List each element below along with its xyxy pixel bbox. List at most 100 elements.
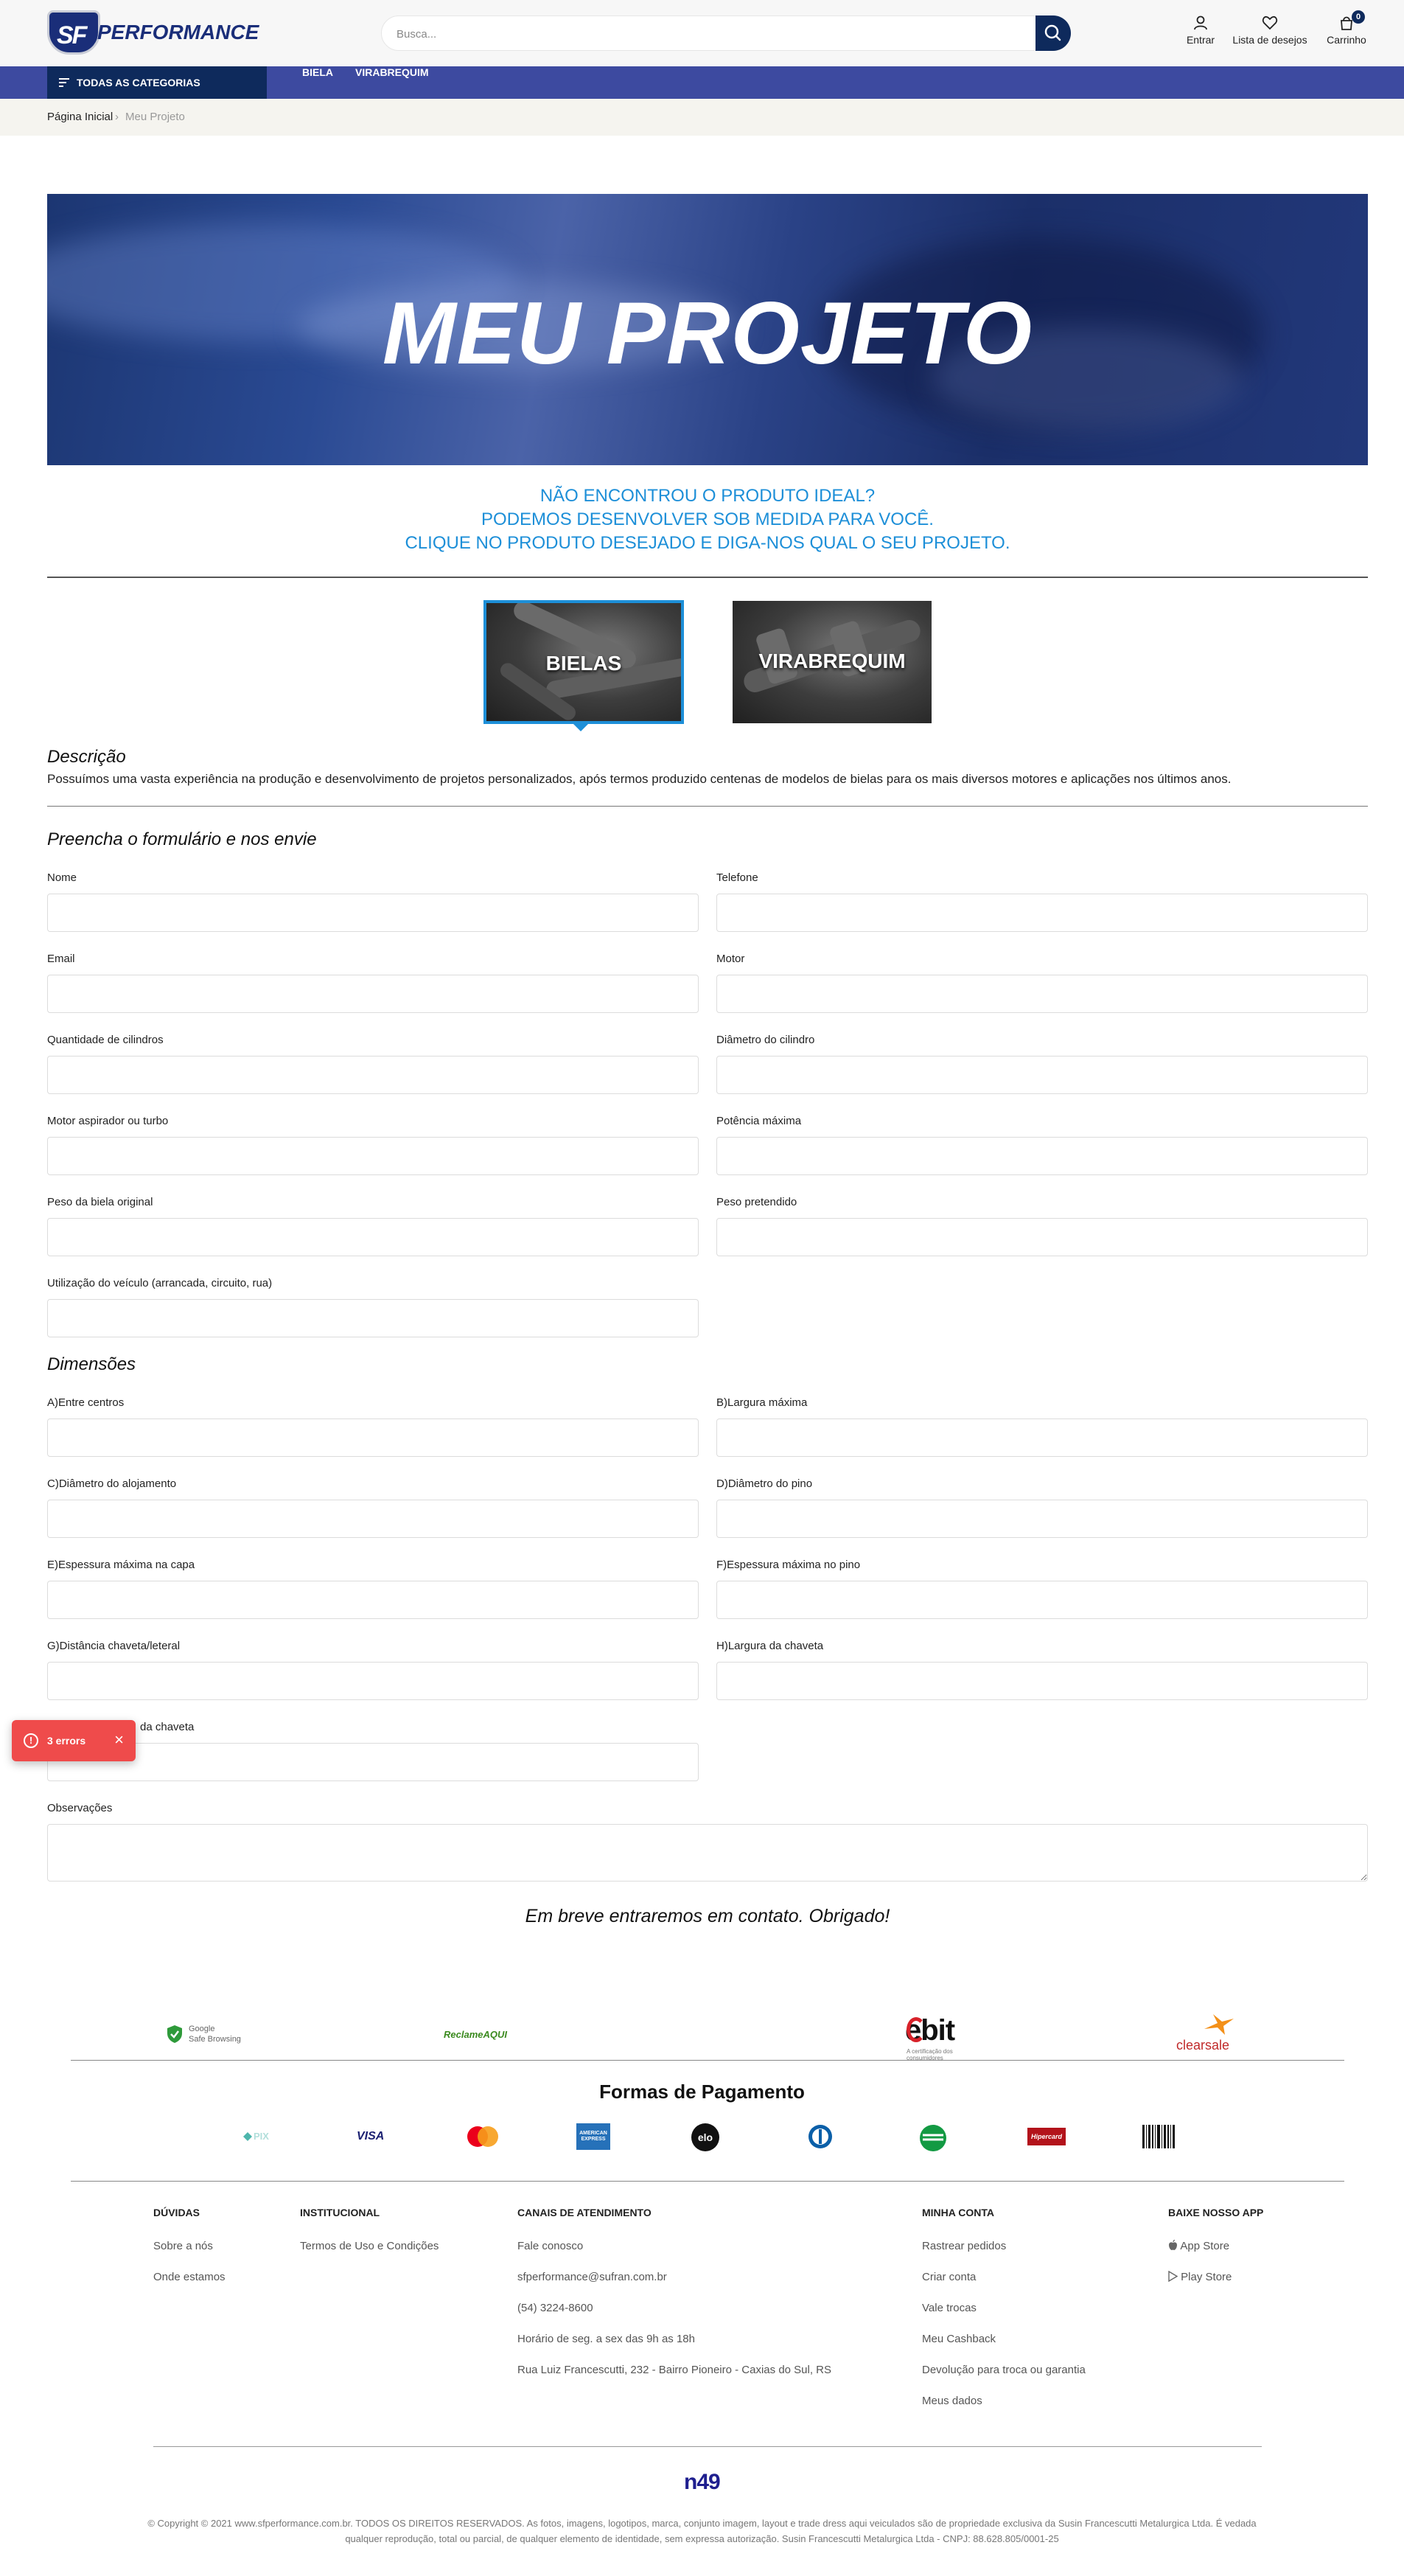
product-card-label: VIRABREQUIM	[758, 650, 906, 672]
motor-input[interactable]	[716, 975, 1368, 1013]
espessura-pino-input[interactable]	[716, 1581, 1368, 1619]
footer-link-rastrear[interactable]: Rastrear pedidos	[922, 2240, 1006, 2252]
footer-minha-conta-title: MINHA CONTA	[922, 2207, 994, 2218]
entre-centros-label: A)Entre centros	[47, 1396, 125, 1409]
site-header: SF PERFORMANCE Entrar Lista de desejos C…	[0, 0, 1404, 66]
telefone-input[interactable]	[716, 894, 1368, 932]
observacoes-label: Observações	[47, 1802, 113, 1814]
account-link[interactable]: Entrar	[1182, 15, 1219, 46]
ebit-seal[interactable]: ebit A certificação dos consumidores	[905, 2013, 979, 2061]
shield-icon	[167, 2025, 182, 2043]
dimensions-title: Dimensões	[47, 1354, 136, 1374]
aspirador-label: Motor aspirador ou turbo	[47, 1115, 169, 1127]
amex-icon: AMERICAN EXPRESS	[575, 2123, 612, 2150]
largura-maxima-input[interactable]	[716, 1418, 1368, 1457]
play-store-link[interactable]: Play Store	[1168, 2270, 1232, 2283]
all-categories-button[interactable]: TODAS AS CATEGORIAS	[47, 66, 267, 99]
diametro-alojamento-input[interactable]	[47, 1500, 699, 1538]
reclame-aqui-seal[interactable]: ReclameAQUI	[444, 2013, 510, 2057]
espessura-capa-input[interactable]	[47, 1581, 699, 1619]
utilizacao-input[interactable]	[47, 1299, 699, 1337]
error-toast: ! 3 errors ×	[12, 1720, 136, 1761]
play-store-icon	[1168, 2270, 1178, 2283]
espessura-pino-label: F)Espessura máxima no pino	[716, 1559, 861, 1571]
seals-divider	[71, 2060, 1344, 2061]
peso-pretendido-input[interactable]	[716, 1218, 1368, 1256]
sorocred-icon	[917, 2123, 949, 2151]
distancia-chaveta-label: G)Distância chaveta/leteral	[47, 1640, 181, 1652]
cart-link[interactable]: Carrinho 0	[1324, 10, 1369, 46]
nav-link-biela[interactable]: BIELA	[302, 66, 333, 99]
diametro-pino-label: D)Diâmetro do pino	[716, 1477, 813, 1490]
n49-agency-logo[interactable]: n49	[684, 2470, 721, 2495]
largura-chaveta-label: H)Largura da chaveta	[716, 1640, 824, 1652]
footer-link-cashback[interactable]: Meu Cashback	[922, 2333, 996, 2345]
close-icon[interactable]: ×	[114, 1732, 124, 1748]
logo-badge: SF	[47, 10, 100, 55]
chaveta-input[interactable]	[47, 1743, 699, 1781]
intro-line-1: NÃO ENCONTROU O PRODUTO IDEAL?	[539, 486, 876, 506]
entre-centros-input[interactable]	[47, 1418, 699, 1457]
product-card-virabrequim[interactable]: VIRABREQUIM	[733, 601, 932, 723]
intro-text: NÃO ENCONTROU O PRODUTO IDEAL? PODEMOS D…	[47, 484, 1368, 555]
breadcrumb-current: Meu Projeto	[125, 111, 185, 123]
peso-original-input[interactable]	[47, 1218, 699, 1256]
banner-title: MEU PROJETO	[382, 284, 1033, 383]
largura-chaveta-input[interactable]	[716, 1662, 1368, 1700]
footer-link-onde-estamos[interactable]: Onde estamos	[153, 2271, 226, 2283]
potencia-label: Potência máxima	[716, 1115, 802, 1127]
hipercard-icon: Hipercard	[1027, 2123, 1066, 2150]
nome-input[interactable]	[47, 894, 699, 932]
footer-address: Rua Luiz Francescutti, 232 - Bairro Pion…	[517, 2364, 832, 2376]
search-button[interactable]	[1035, 15, 1071, 51]
telefone-label: Telefone	[716, 871, 758, 884]
breadcrumb-separator-icon: ›	[115, 111, 119, 123]
footer-link-devolucao[interactable]: Devolução para troca ou garantia	[922, 2364, 1086, 2376]
clearsale-bird-icon	[1204, 2014, 1234, 2035]
main-navigation: TODAS AS CATEGORIAS BIELA VIRABREQUIM	[0, 66, 1404, 99]
intro-line-3: CLIQUE NO PRODUTO DESEJADO E DIGA-NOS QU…	[405, 533, 1010, 553]
sf-performance-logo[interactable]: SF PERFORMANCE	[47, 7, 259, 58]
breadcrumb-home[interactable]: Página Inicial	[47, 111, 113, 123]
payments-title: Formas de Pagamento	[599, 2081, 805, 2103]
footer-link-vale-trocas[interactable]: Vale trocas	[922, 2302, 977, 2314]
error-toast-text: 3 errors	[47, 1735, 86, 1747]
diametro-cilindro-input[interactable]	[716, 1056, 1368, 1094]
copyright-text: © Copyright © 2021 www.sfperformance.com…	[147, 2518, 1257, 2544]
footer-link-sobre[interactable]: Sobre a nós	[153, 2240, 213, 2252]
footer-app-title: BAIXE NOSSO APP	[1168, 2207, 1264, 2218]
aspirador-input[interactable]	[47, 1137, 699, 1175]
diametro-pino-input[interactable]	[716, 1500, 1368, 1538]
search-icon	[1044, 24, 1061, 41]
selected-caret-icon	[573, 724, 588, 731]
footer-phone[interactable]: (54) 3224-8600	[517, 2302, 593, 2314]
peso-original-label: Peso da biela original	[47, 1196, 153, 1208]
payments-divider	[71, 2181, 1344, 2182]
product-card-label: BIELAS	[545, 652, 622, 675]
nav-link-virabrequim[interactable]: VIRABREQUIM	[355, 66, 429, 99]
mastercard-icon	[461, 2123, 503, 2150]
observacoes-textarea[interactable]	[47, 1824, 1368, 1881]
footer-link-meus-dados[interactable]: Meus dados	[922, 2395, 982, 2407]
section-divider	[47, 577, 1368, 578]
breadcrumb: Página Inicial › Meu Projeto	[0, 99, 1404, 136]
boleto-barcode-icon	[1141, 2123, 1178, 2150]
footer-link-termos[interactable]: Termos de Uso e Condições	[300, 2240, 439, 2252]
espessura-capa-label: E)Espessura máxima na capa	[47, 1559, 195, 1571]
footer-link-criar-conta[interactable]: Criar conta	[922, 2271, 976, 2283]
search-input[interactable]	[397, 24, 1016, 44]
nome-label: Nome	[47, 871, 77, 884]
search-bar	[381, 15, 1071, 51]
clearsale-seal[interactable]: clearsale	[1176, 2013, 1243, 2057]
potencia-input[interactable]	[716, 1137, 1368, 1175]
app-store-link[interactable]: App Store	[1168, 2239, 1229, 2252]
cilindros-input[interactable]	[47, 1056, 699, 1094]
footer-link-fale-conosco[interactable]: Fale conosco	[517, 2240, 583, 2252]
diametro-alojamento-label: C)Diâmetro do alojamento	[47, 1477, 177, 1490]
google-safe-browsing-seal[interactable]: Google Safe Browsing	[167, 2013, 248, 2057]
wishlist-link[interactable]: Lista de desejos	[1229, 15, 1310, 46]
product-card-bielas[interactable]: BIELAS	[483, 600, 684, 724]
distancia-chaveta-input[interactable]	[47, 1662, 699, 1700]
email-input[interactable]	[47, 975, 699, 1013]
footer-email[interactable]: sfperformance@sufran.com.br	[517, 2271, 667, 2283]
